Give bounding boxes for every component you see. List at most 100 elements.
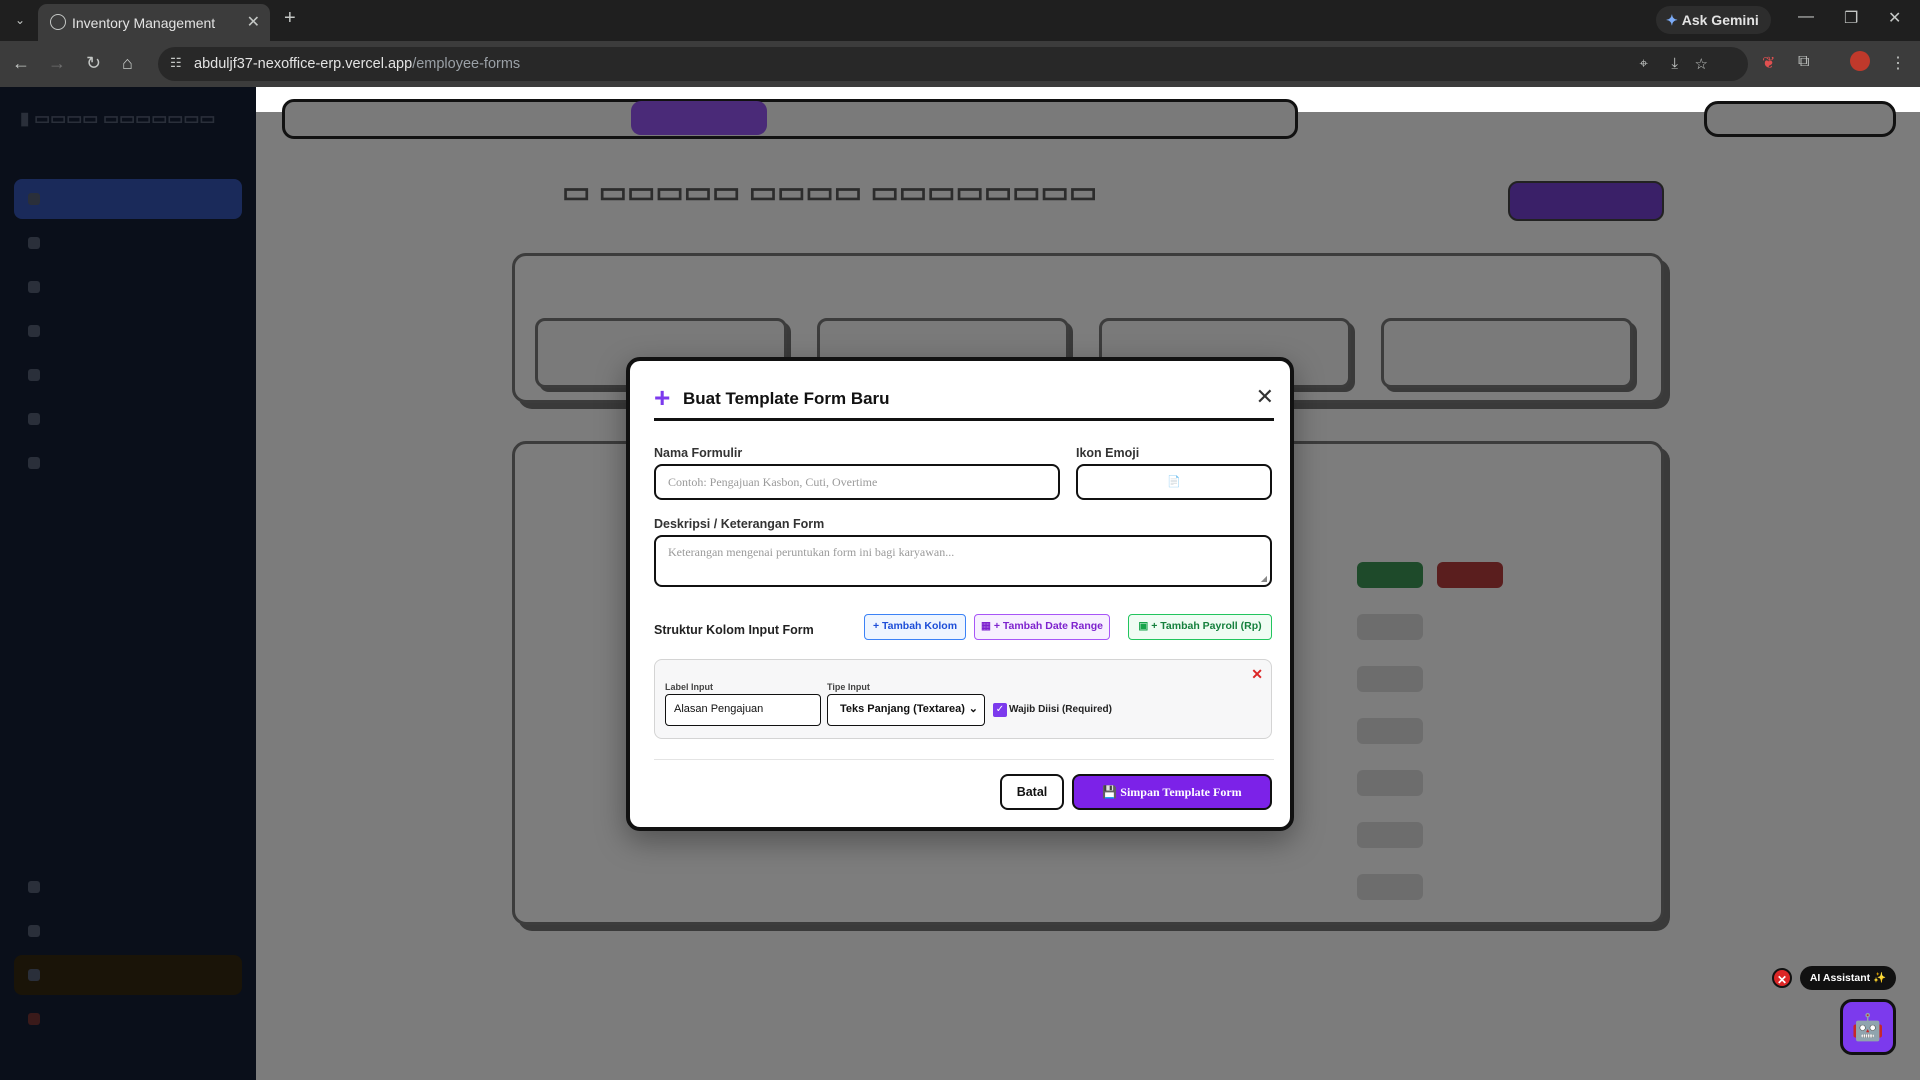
- field-label-title: Label Input: [665, 682, 713, 692]
- robot-icon[interactable]: 🤖: [1840, 999, 1896, 1055]
- description-label: Deskripsi / Keterangan Form: [654, 517, 825, 531]
- save-template-button[interactable]: 💾 Simpan Template Form: [1072, 774, 1272, 810]
- back-icon[interactable]: ←: [12, 53, 30, 73]
- sidebar-item-icon: [28, 881, 40, 893]
- emoji-icon-input[interactable]: 📄: [1076, 464, 1272, 500]
- sidebar-item[interactable]: [14, 267, 242, 307]
- add-date-range-label: + Tambah Date Range: [993, 620, 1104, 632]
- sidebar-item-active[interactable]: [14, 179, 242, 219]
- location-icon[interactable]: ⌖: [1640, 55, 1648, 72]
- sidebar-item-icon: [28, 969, 40, 981]
- save-template-label: Simpan Template Form: [1120, 785, 1242, 799]
- browser-tab[interactable]: Inventory Management ✕: [38, 4, 270, 41]
- background-template-tile[interactable]: [1381, 318, 1633, 388]
- sidebar-item-icon: [28, 193, 40, 205]
- sidebar: ▮ ▭▭▭▭ ▭▭▭▭▭▭▭: [0, 87, 256, 1080]
- background-row-button[interactable]: [1357, 562, 1423, 588]
- minimize-icon[interactable]: —: [1798, 8, 1814, 26]
- sidebar-item-icon: [28, 925, 40, 937]
- ai-assistant-label[interactable]: AI Assistant ✨: [1800, 966, 1896, 990]
- profile-avatar[interactable]: [1850, 51, 1870, 71]
- add-column-button[interactable]: + Tambah Kolom: [864, 614, 966, 640]
- tab-search-chevron-icon[interactable]: ⌄: [8, 8, 32, 32]
- background-primary-button[interactable]: [1508, 181, 1664, 221]
- sidebar-item[interactable]: [14, 311, 242, 351]
- sidebar-item[interactable]: [14, 955, 242, 995]
- background-row-button[interactable]: [1357, 666, 1423, 692]
- sidebar-item-icon: [28, 237, 40, 249]
- add-payroll-button[interactable]: ▣ + Tambah Payroll (Rp): [1128, 614, 1272, 640]
- plus-icon: +: [654, 382, 671, 413]
- description-textarea[interactable]: Keterangan mengenai peruntukan form ini …: [654, 535, 1272, 587]
- gemini-spark-icon: ✦: [1666, 12, 1678, 28]
- background-row-button[interactable]: [1357, 718, 1423, 744]
- add-date-range-button[interactable]: ▦ + Tambah Date Range: [974, 614, 1110, 640]
- top-search-pill[interactable]: [1704, 101, 1896, 137]
- footer-divider: [654, 759, 1274, 760]
- description-placeholder: Keterangan mengenai peruntukan form ini …: [668, 545, 955, 559]
- tab-close-icon[interactable]: ✕: [247, 12, 260, 32]
- sidebar-item[interactable]: [14, 443, 242, 483]
- reload-icon[interactable]: ↻: [86, 53, 101, 73]
- remove-field-icon[interactable]: ✕: [1251, 666, 1263, 683]
- new-tab-button[interactable]: +: [284, 8, 296, 28]
- sidebar-item[interactable]: [14, 223, 242, 263]
- sidebar-item[interactable]: [14, 399, 242, 439]
- install-app-icon[interactable]: ⤓: [1671, 55, 1678, 72]
- bookmark-star-icon[interactable]: ☆: [1695, 55, 1708, 73]
- field-type-select[interactable]: Teks Panjang (Textarea) ⌄: [827, 694, 985, 726]
- required-checkbox[interactable]: ✓: [993, 703, 1007, 717]
- ai-close-icon[interactable]: ✕: [1772, 968, 1792, 988]
- structure-section-title: Struktur Kolom Input Form: [654, 623, 814, 637]
- background-row-button[interactable]: [1357, 770, 1423, 796]
- background-row-button[interactable]: [1357, 874, 1423, 900]
- cancel-button[interactable]: Batal: [1000, 774, 1064, 810]
- background-row-button[interactable]: [1437, 562, 1503, 588]
- sidebar-item-icon: [28, 325, 40, 337]
- window-close-icon[interactable]: ✕: [1888, 8, 1901, 28]
- ask-gemini-button[interactable]: ✦ Ask Gemini: [1656, 6, 1771, 34]
- address-bar[interactable]: ☷ abduljf37-nexoffice-erp.vercel.app/emp…: [158, 47, 1748, 81]
- sidebar-item-icon: [28, 457, 40, 469]
- chevron-down-icon: ⌄: [968, 703, 978, 715]
- close-icon[interactable]: ✕: [1256, 385, 1274, 409]
- background-row-button[interactable]: [1357, 614, 1423, 640]
- input-field-row: ✕ Label Input Alasan Pengajuan Tipe Inpu…: [654, 659, 1272, 739]
- browser-toolbar: ← → ↻ ⌂ ☷ abduljf37-nexoffice-erp.vercel…: [0, 41, 1920, 87]
- sidebar-item[interactable]: [14, 867, 242, 907]
- create-template-modal: + Buat Template Form Baru ✕ Nama Formuli…: [626, 357, 1294, 831]
- background-row-button[interactable]: [1357, 822, 1423, 848]
- form-name-label: Nama Formulir: [654, 446, 743, 460]
- required-checkbox-label: Wajib Diisi (Required): [1009, 704, 1112, 715]
- sidebar-item-icon: [28, 281, 40, 293]
- site-info-icon[interactable]: ☷: [170, 55, 182, 71]
- extension-icon[interactable]: ❦: [1762, 53, 1775, 73]
- calendar-icon: ▦: [980, 620, 994, 632]
- ask-gemini-label: Ask Gemini: [1681, 12, 1759, 28]
- form-name-input[interactable]: Contoh: Pengajuan Kasbon, Cuti, Overtime: [654, 464, 1060, 500]
- menu-kebab-icon[interactable]: ⋮: [1890, 53, 1906, 73]
- resize-grip-icon[interactable]: ◢: [1261, 574, 1267, 583]
- home-icon[interactable]: ⌂: [122, 53, 133, 73]
- url-text: abduljf37-nexoffice-erp.vercel.app/emplo…: [194, 56, 521, 72]
- field-label-input[interactable]: Alasan Pengajuan: [665, 694, 821, 726]
- background-page-title: ▭ ▭▭▭▭▭ ▭▭▭▭ ▭▭▭▭▭▭▭▭: [562, 176, 1098, 209]
- top-nav-pill: [282, 99, 1298, 139]
- field-type-title: Tipe Input: [827, 682, 870, 692]
- field-type-value: Teks Panjang (Textarea): [840, 703, 965, 715]
- forward-icon[interactable]: →: [48, 53, 66, 73]
- globe-icon: [50, 14, 66, 30]
- floppy-icon: 💾: [1102, 785, 1121, 799]
- sidebar-item[interactable]: [14, 911, 242, 951]
- restore-icon[interactable]: ❐: [1844, 8, 1858, 28]
- sidebar-item[interactable]: [14, 355, 242, 395]
- extensions-puzzle-icon[interactable]: ⧉: [1798, 53, 1809, 71]
- modal-title: Buat Template Form Baru: [683, 389, 890, 408]
- sidebar-item-icon: [28, 369, 40, 381]
- emoji-icon-label: Ikon Emoji: [1076, 446, 1140, 460]
- browser-tab-strip: ⌄ Inventory Management ✕ + ✦ Ask Gemini —…: [0, 0, 1920, 41]
- top-nav-active-item[interactable]: [631, 101, 767, 135]
- tab-title: Inventory Management: [72, 15, 216, 31]
- sidebar-item[interactable]: [14, 999, 242, 1039]
- add-payroll-label: + Tambah Payroll (Rp): [1151, 620, 1262, 632]
